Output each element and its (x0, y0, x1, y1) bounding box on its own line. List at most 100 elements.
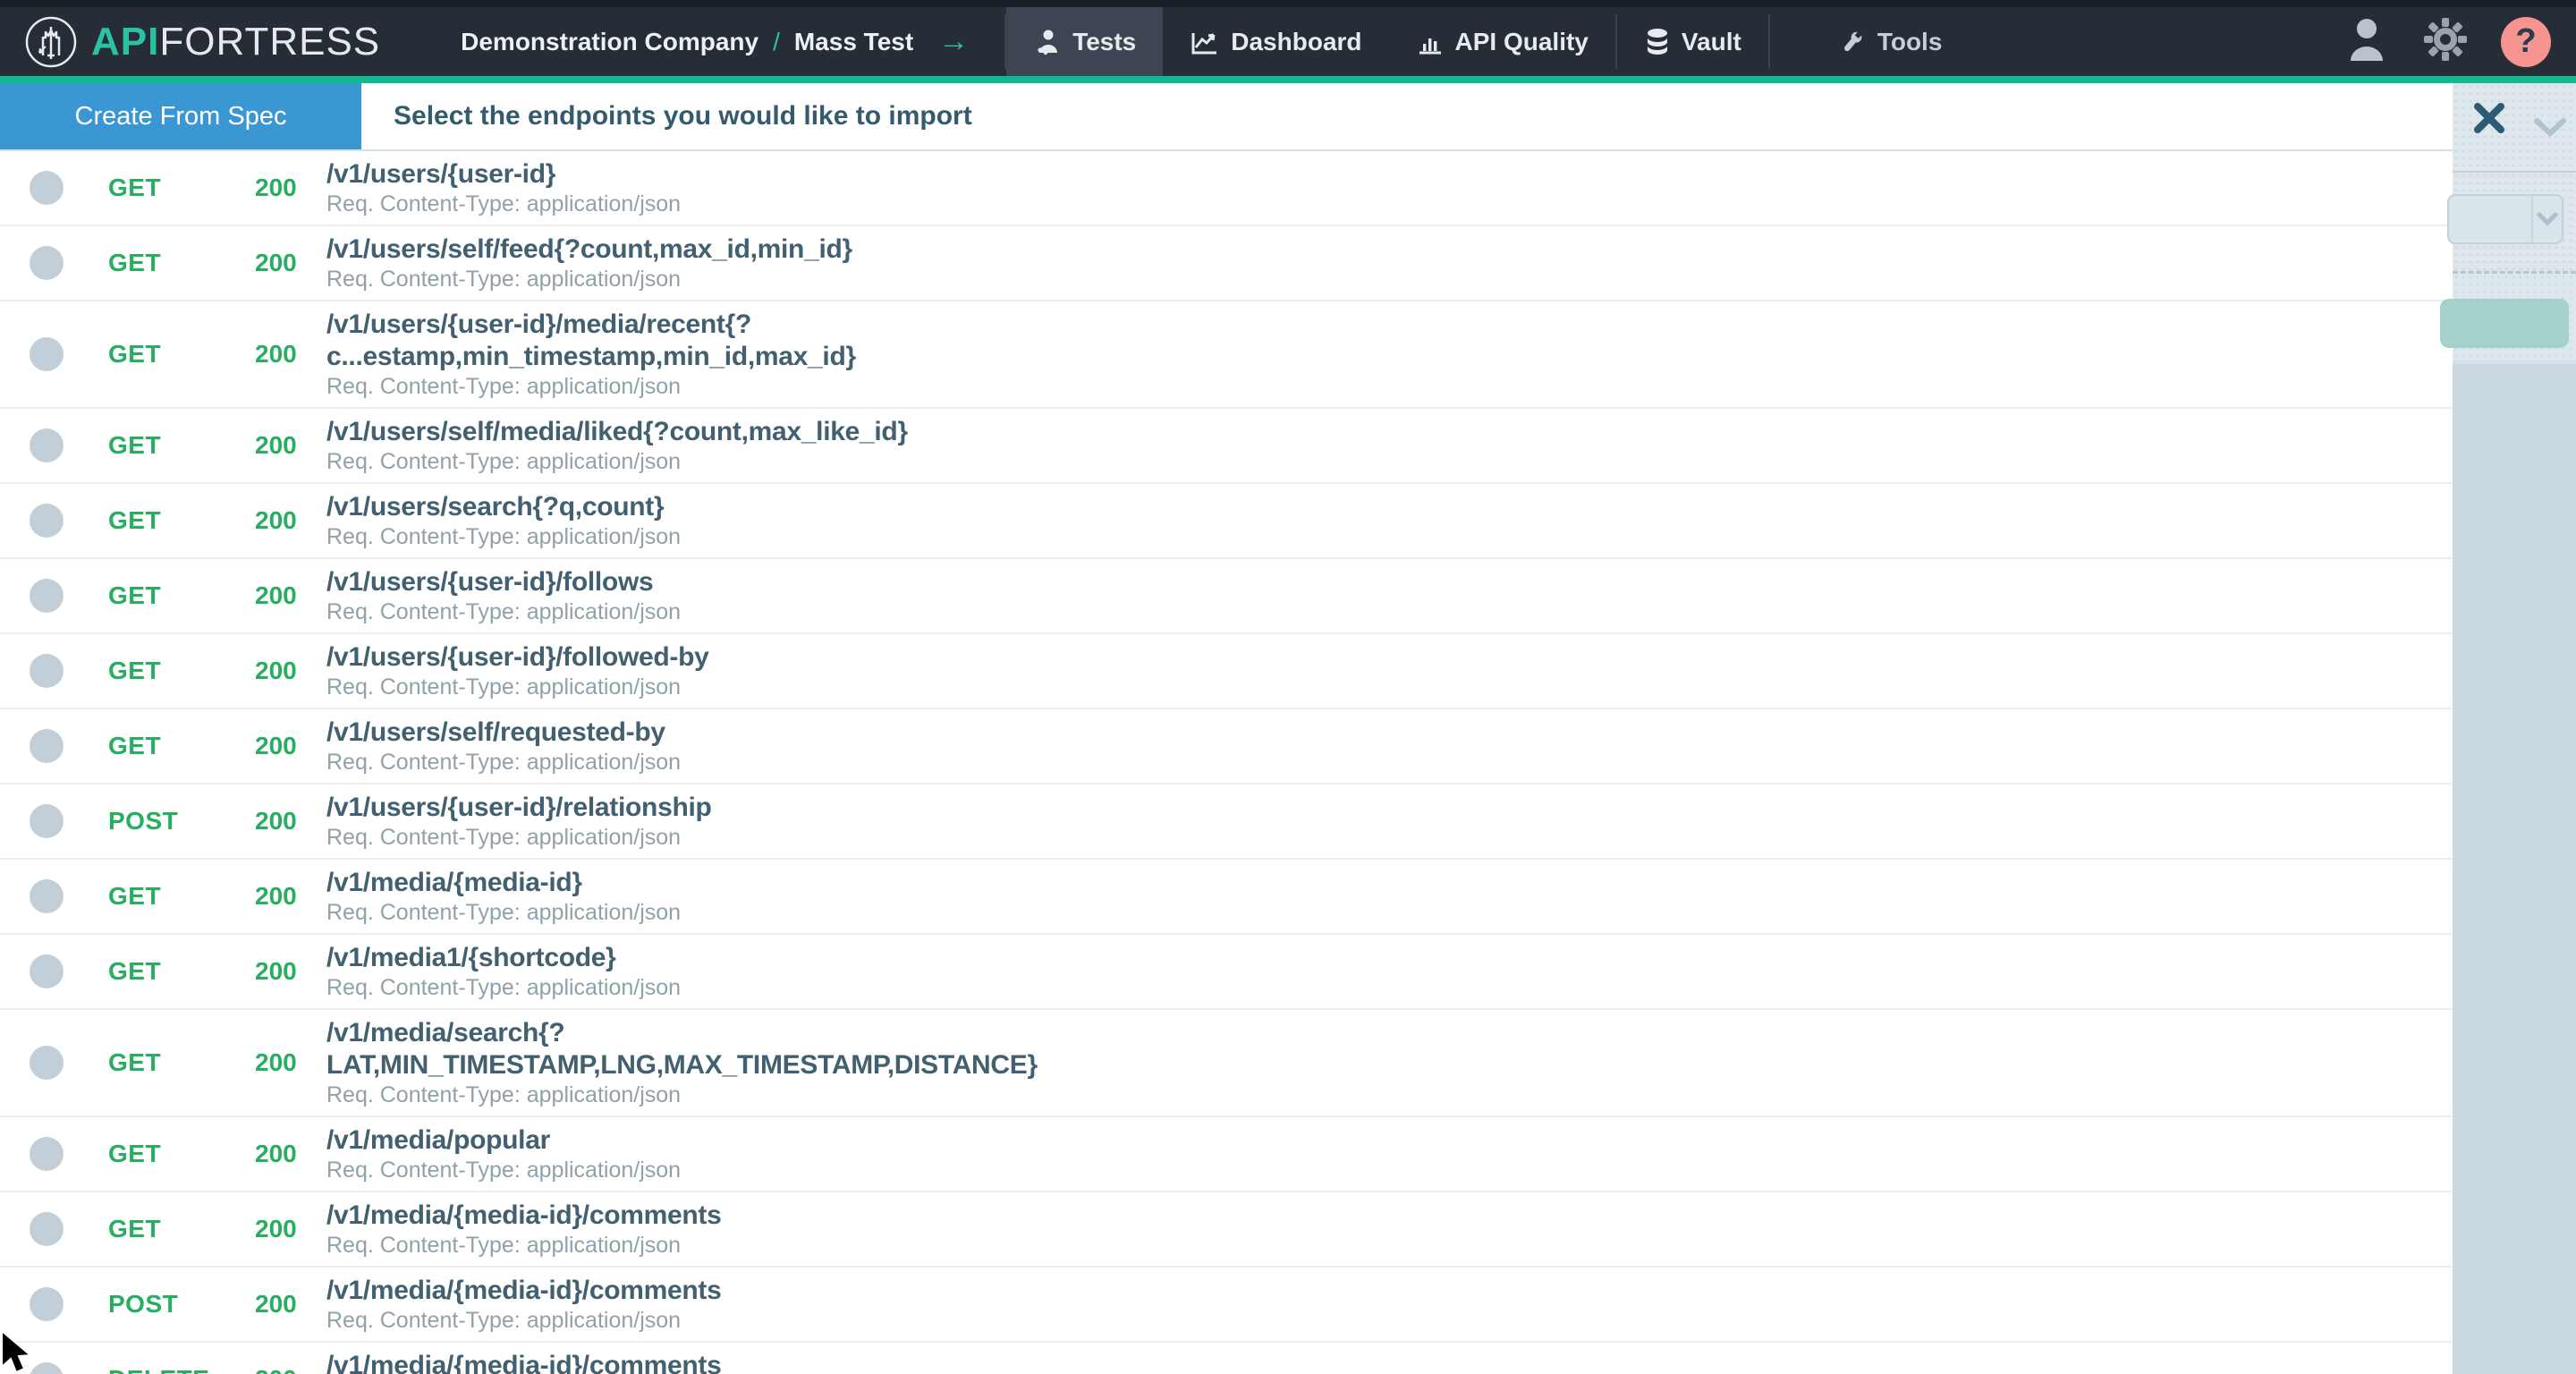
endpoint-status-code: 200 (255, 340, 297, 369)
background-panel-strip (2453, 83, 2576, 1374)
breadcrumb-project[interactable]: Mass Test (794, 28, 913, 56)
endpoint-select-radio[interactable] (30, 246, 64, 280)
endpoint-status-code: 200 (255, 506, 297, 535)
endpoint-select-radio[interactable] (30, 428, 64, 462)
endpoint-method: GET (108, 340, 161, 369)
modal-title: Select the endpoints you would like to i… (361, 83, 972, 149)
tab-vault[interactable]: Vault (1617, 7, 1768, 76)
endpoint-select-radio[interactable] (30, 879, 64, 913)
endpoint-path: /v1/users/search{?q,count} (326, 491, 2345, 523)
help-icon[interactable]: ? (2501, 17, 2551, 67)
endpoint-content-type: Req. Content-Type: application/json (326, 1157, 2345, 1183)
endpoint-row[interactable]: DELETE 200 /v1/media/{media-id}/comments… (0, 1343, 2453, 1374)
endpoint-row[interactable]: POST 200 /v1/media/{media-id}/comments R… (0, 1268, 2453, 1343)
endpoint-row[interactable]: GET 200 /v1/users/{user-id}/media/recent… (0, 301, 2453, 409)
endpoint-select-radio[interactable] (30, 171, 64, 205)
endpoint-path: /v1/media/{media-id} (326, 867, 2345, 899)
endpoint-method: GET (108, 657, 161, 685)
panel-select-area (2453, 173, 2576, 271)
endpoint-select-radio[interactable] (30, 337, 64, 371)
endpoint-row[interactable]: GET 200 /v1/media/search{? LAT,MIN_TIMES… (0, 1010, 2453, 1117)
tab-tools[interactable]: Tools (1811, 7, 1970, 76)
user-profile-icon[interactable] (2343, 14, 2390, 69)
endpoint-select-radio[interactable] (30, 804, 64, 838)
tools-wrench-icon (1838, 28, 1867, 56)
nav-divider (1768, 14, 1770, 69)
endpoint-status-code: 200 (255, 657, 297, 685)
endpoint-path: /v1/media1/{shortcode} (326, 942, 2345, 974)
endpoint-row[interactable]: GET 200 /v1/media/{media-id}/comments Re… (0, 1192, 2453, 1268)
endpoint-select-radio[interactable] (30, 1046, 64, 1080)
endpoint-select-radio[interactable] (30, 1287, 64, 1321)
endpoint-method: DELETE (108, 1365, 209, 1374)
endpoint-method: POST (108, 807, 178, 835)
breadcrumb: Demonstration Company / Mass Test → (461, 24, 969, 59)
endpoint-row[interactable]: GET 200 /v1/users/search{?q,count} Req. … (0, 484, 2453, 559)
endpoint-status-code: 200 (255, 1140, 297, 1168)
tab-vault-label: Vault (1682, 28, 1741, 56)
endpoint-method: GET (108, 506, 161, 535)
close-icon[interactable] (2469, 98, 2510, 143)
endpoint-select-radio[interactable] (30, 504, 64, 538)
endpoint-row[interactable]: GET 200 /v1/users/{user-id} Req. Content… (0, 151, 2453, 226)
endpoint-path: /v1/users/self/media/liked{?count,max_li… (326, 416, 2345, 448)
create-from-spec-button[interactable]: Create From Spec (0, 83, 361, 149)
endpoint-content-type: Req. Content-Type: application/json (326, 448, 2345, 475)
endpoint-content-type: Req. Content-Type: application/json (326, 191, 2345, 217)
chevron-down-icon[interactable] (2531, 115, 2569, 143)
settings-gear-icon[interactable] (2420, 14, 2470, 69)
endpoint-content-type: Req. Content-Type: application/json (326, 674, 2345, 700)
brand-fortress: FORTRESS (159, 20, 380, 64)
endpoint-content-type: Req. Content-Type: application/json (326, 899, 2345, 926)
endpoint-status-code: 200 (255, 1048, 297, 1077)
endpoint-select-radio[interactable] (30, 1212, 64, 1246)
endpoint-row[interactable]: GET 200 /v1/users/self/media/liked{?coun… (0, 409, 2453, 484)
endpoint-content-type: Req. Content-Type: application/json (326, 824, 2345, 851)
endpoint-path: /v1/users/{user-id}/relationship (326, 792, 2345, 824)
tests-user-icon (1033, 28, 1062, 56)
endpoint-select-radio[interactable] (30, 579, 64, 613)
endpoint-list: GET 200 /v1/users/{user-id} Req. Content… (0, 151, 2453, 1374)
endpoint-row[interactable]: GET 200 /v1/users/self/feed{?count,max_i… (0, 226, 2453, 301)
tab-tests[interactable]: Tests (1006, 7, 1163, 76)
endpoint-row[interactable]: GET 200 /v1/media1/{shortcode} Req. Cont… (0, 935, 2453, 1010)
endpoint-content-type: Req. Content-Type: application/json (326, 1081, 2345, 1108)
mouse-cursor (0, 1329, 41, 1374)
breadcrumb-company[interactable]: Demonstration Company (461, 28, 758, 56)
endpoint-status-code: 200 (255, 807, 297, 835)
endpoint-path: /v1/users/self/requested-by (326, 717, 2345, 749)
endpoint-method: GET (108, 581, 161, 610)
endpoint-row[interactable]: GET 200 /v1/users/self/requested-by Req.… (0, 709, 2453, 785)
endpoint-method: GET (108, 249, 161, 277)
endpoint-method: GET (108, 1140, 161, 1168)
endpoint-row[interactable]: GET 200 /v1/media/popular Req. Content-T… (0, 1117, 2453, 1192)
apifortress-brand[interactable]: APIFORTRESS (23, 14, 380, 70)
endpoint-select-radio[interactable] (30, 954, 64, 988)
endpoint-method: GET (108, 1048, 161, 1077)
endpoint-content-type: Req. Content-Type: application/json (326, 523, 2345, 550)
endpoint-path: /v1/users/{user-id}/followed-by (326, 641, 2345, 674)
endpoint-row[interactable]: GET 200 /v1/users/{user-id}/followed-by … (0, 634, 2453, 709)
endpoint-select-radio[interactable] (30, 1137, 64, 1171)
endpoint-path: /v1/users/{user-id}/media/recent{? c...e… (326, 309, 2345, 373)
screen: APIFORTRESS Demonstration Company / Mass… (0, 0, 2576, 1374)
panel-action-button[interactable] (2440, 299, 2569, 348)
create-from-spec-modal: Create From Spec Select the endpoints yo… (0, 83, 2453, 1374)
endpoint-content-type: Req. Content-Type: application/json (326, 1307, 2345, 1334)
endpoint-row[interactable]: POST 200 /v1/users/{user-id}/relationshi… (0, 785, 2453, 860)
tab-dashboard[interactable]: Dashboard (1163, 7, 1388, 76)
tab-dashboard-label: Dashboard (1231, 28, 1361, 56)
vault-database-icon (1644, 27, 1671, 57)
apifortress-logo-icon (23, 14, 79, 70)
header-right-icons: ? (2343, 14, 2551, 69)
breadcrumb-arrow-icon[interactable]: → (938, 24, 969, 59)
endpoint-status-code: 200 (255, 732, 297, 760)
endpoint-row[interactable]: GET 200 /v1/users/{user-id}/follows Req.… (0, 559, 2453, 634)
tab-tests-label: Tests (1072, 28, 1136, 56)
endpoint-select-radio[interactable] (30, 654, 64, 688)
endpoint-row[interactable]: GET 200 /v1/media/{media-id} Req. Conten… (0, 860, 2453, 935)
dropdown-select[interactable] (2447, 194, 2563, 244)
endpoint-path: /v1/users/{user-id}/follows (326, 566, 2345, 598)
tab-api-quality[interactable]: API Quality (1389, 7, 1615, 76)
endpoint-select-radio[interactable] (30, 729, 64, 763)
